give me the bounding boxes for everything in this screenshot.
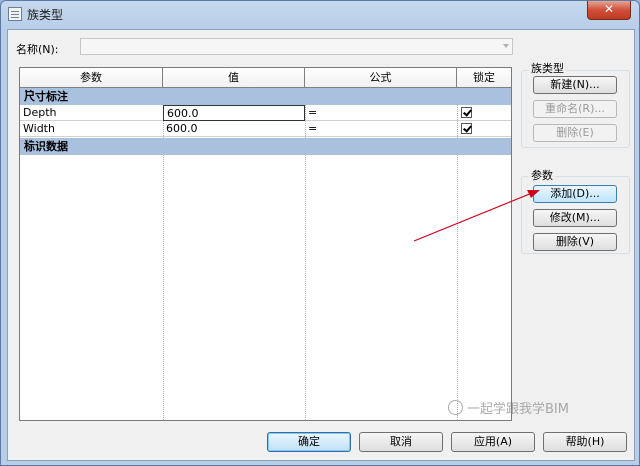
apply-button[interactable]: 应用(A) — [451, 432, 535, 452]
parameters-label: 参数 — [529, 167, 555, 183]
window-title: 族类型 — [27, 8, 64, 22]
ok-button[interactable]: 确定 — [267, 432, 351, 452]
name-combo-box[interactable] — [80, 38, 513, 55]
group-row-dimensions[interactable]: 尺寸标注 ˄˄ — [20, 88, 511, 105]
lock-checkbox[interactable] — [461, 107, 472, 118]
collapse-icon[interactable]: ˄˄ — [24, 87, 505, 104]
lock-cell — [457, 105, 511, 121]
remove-parameter-button[interactable]: 删除(V) — [533, 233, 617, 251]
dialog-body: 名称(N): 参数 值 公式 锁定 尺寸标注 ˄˄ Depth 600.0 = — [7, 29, 635, 461]
new-type-button[interactable]: 新建(N)... — [533, 76, 617, 94]
close-icon: ✕ — [603, 2, 615, 16]
cancel-button[interactable]: 取消 — [359, 432, 443, 452]
watermark-text: 一起学跟我学BIM — [467, 402, 569, 417]
add-parameter-button[interactable]: 添加(D)... — [533, 185, 617, 203]
name-label: 名称(N): — [16, 43, 59, 56]
formula-field[interactable]: = — [305, 105, 457, 121]
parameter-table: 参数 值 公式 锁定 尺寸标注 ˄˄ Depth 600.0 = Width 6… — [19, 67, 512, 421]
lock-checkbox[interactable] — [461, 123, 472, 134]
rename-type-button[interactable]: 重命名(R)... — [533, 100, 617, 118]
watermark: 一起学跟我学BIM — [448, 398, 569, 417]
help-button[interactable]: 帮助(H) — [543, 432, 627, 452]
dialog-icon — [8, 7, 22, 21]
param-name: Depth — [20, 105, 163, 121]
value-field[interactable]: 600.0 — [163, 121, 305, 137]
delete-type-button[interactable]: 删除(E) — [533, 124, 617, 142]
close-button[interactable]: ✕ — [587, 1, 631, 20]
param-name: Width — [20, 121, 163, 137]
wechat-logo-icon — [448, 400, 463, 415]
title-bar[interactable]: 族类型 ✕ — [1, 1, 639, 27]
column-header-formula[interactable]: 公式 — [305, 68, 457, 88]
formula-field[interactable]: = — [305, 121, 457, 137]
expand-icon[interactable]: ˅˅ — [24, 137, 505, 154]
chevron-down-icon — [503, 44, 509, 48]
column-header-lock[interactable]: 锁定 — [457, 68, 511, 88]
lock-cell — [457, 121, 511, 137]
value-field[interactable]: 600.0 — [163, 105, 305, 121]
column-header-value[interactable]: 值 — [163, 68, 305, 88]
column-header-parameter[interactable]: 参数 — [20, 68, 163, 88]
family-types-dialog: 族类型 ✕ 名称(N): 参数 值 公式 锁定 尺寸标注 ˄˄ Depth 60… — [0, 0, 640, 466]
family-types-label: 族类型 — [529, 60, 566, 76]
modify-parameter-button[interactable]: 修改(M)... — [533, 209, 617, 227]
group-row-identity-data[interactable]: 标识数据 ˅˅ — [20, 138, 511, 155]
